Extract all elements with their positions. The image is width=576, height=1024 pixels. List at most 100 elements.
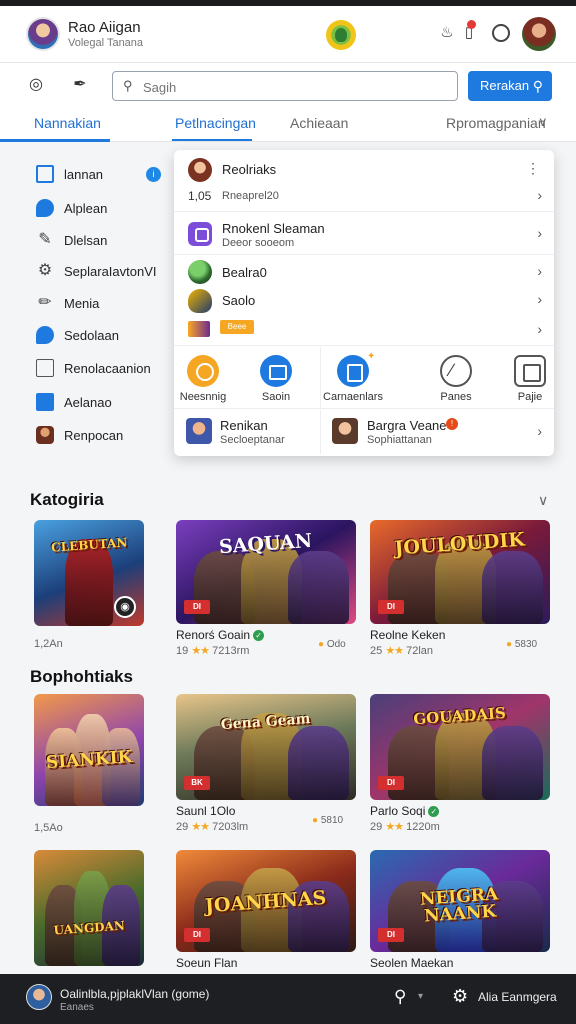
dropdown-panel: Reolriaks ⋮ 1,05 Rneaprel20 › Rnokenl Sl…	[174, 150, 554, 456]
sidebar-item-aelanao[interactable]: Aelanao	[26, 390, 166, 416]
tab-achieaan[interactable]: Achieaan	[290, 115, 348, 131]
game-title: Parlo Soqi ✓	[370, 804, 440, 818]
game-thumbnail[interactable]: JOANHNAS DI	[176, 850, 356, 952]
header-subtitle: Volegal Tanana	[68, 37, 144, 49]
panel-row-bealra[interactable]: Bealra0 ›	[174, 256, 554, 286]
tab-nannakian[interactable]: Nannakian	[34, 115, 101, 131]
user-avatar[interactable]	[26, 17, 60, 51]
gear-icon[interactable]: ⚙	[452, 986, 468, 1007]
game-title: Soeun Flan	[176, 956, 238, 970]
sidebar-item-menia[interactable]: ✏ Menia	[26, 291, 166, 317]
footer-item-renikan[interactable]: Renikan Secloeptanar	[174, 410, 320, 454]
panel-row-reolriaks[interactable]: Reolriaks ⋮ 1,05 Rneaprel20 ›	[174, 150, 554, 212]
rating-stars-icon: ★★	[385, 645, 404, 657]
panel-row-subtitle: Rneaprel20	[222, 190, 279, 202]
panel-row-title: Rnokenl Sleaman	[222, 221, 325, 236]
status-circle-icon[interactable]	[490, 22, 512, 44]
gamepad-icon: ◉	[114, 596, 136, 618]
panel-footer: Renikan Secloeptanar Bargra Veane Sophia…	[174, 410, 554, 454]
bird-icon	[188, 289, 212, 313]
game-meta: 25 ★★ 72lan	[370, 645, 434, 657]
sidebar-item-renpocan[interactable]: Renpocan	[26, 423, 166, 449]
more-options-icon[interactable]: ⋮	[526, 160, 540, 177]
search-button[interactable]: Rerakan ⚲	[468, 71, 552, 101]
game-thumbnail[interactable]: JOULOUDIK DI	[370, 520, 550, 624]
quick-action-panes[interactable]: Panes	[421, 355, 491, 403]
user-avatar[interactable]	[26, 984, 52, 1010]
search-icon[interactable]: ⚲	[394, 987, 406, 1007]
sidebar-item-label: Sedolaan	[64, 328, 119, 343]
tab-rpromagpanian[interactable]: Rpromagpanian	[446, 115, 546, 131]
game-tag: DI	[184, 600, 210, 614]
game-thumbnail[interactable]: CLEBUTAN ◉	[34, 520, 144, 626]
game-meta: 29 ★★ 1220m	[370, 821, 440, 833]
game-stat: ● Odo	[318, 639, 346, 650]
game-thumbnail[interactable]: SIANKIK	[34, 694, 144, 806]
app-purple-icon	[188, 222, 212, 246]
panel-row-title: Bealra0	[222, 265, 267, 280]
quick-action-label: Pajie	[517, 391, 543, 403]
game-meta: 1,5Ao	[34, 822, 63, 834]
quick-action-label: Neesnnig	[179, 391, 227, 403]
chevron-right-icon: ›	[537, 321, 542, 337]
footer-item-bargra[interactable]: Bargra Veane Sophiattanan ›	[321, 410, 554, 454]
sidebar-item-label: Aelanao	[64, 395, 112, 410]
quick-action-neesnnig[interactable]: Neesnnig	[168, 355, 238, 403]
game-tag: DI	[378, 600, 404, 614]
quick-action-pajie[interactable]: Pajie	[495, 355, 565, 403]
sidebar-item-dlelsan[interactable]: ✎ Dlelsan	[26, 228, 166, 254]
app-logo-icon[interactable]	[326, 20, 356, 50]
quick-action-carnaenlars[interactable]: ✦ Carnaenlars	[318, 351, 388, 403]
sidebar-item-seplara[interactable]: ⚙ SeplaraIavtonVI	[26, 259, 166, 285]
game-title: Seolen Maekan	[370, 956, 454, 970]
game-thumbnail[interactable]: GOUADAIS DI	[370, 694, 550, 800]
panel-group: Bealra0 › Saolo › Beee ›	[174, 256, 554, 346]
game-thumbnail[interactable]: SAQUAN DI	[176, 520, 356, 624]
message-icon	[36, 326, 54, 344]
verified-icon: ✓	[253, 630, 265, 641]
search-button-icon: ⚲	[532, 78, 543, 94]
active-tab-indicator	[0, 139, 110, 142]
search-button-label: Rerakan	[480, 78, 530, 93]
game-stat: ● 5830	[506, 639, 538, 650]
search-input[interactable]	[143, 77, 443, 97]
sidebar-item-lannan[interactable]: lannan i	[26, 162, 166, 188]
chat-bubble-icon	[36, 199, 54, 217]
panel-row-tag[interactable]: Beee ›	[174, 314, 554, 344]
tab-hover-indicator	[172, 139, 252, 141]
sidebar-item-alplean[interactable]: Alplean	[26, 196, 166, 222]
header-title: Rao Aiigan	[68, 19, 141, 36]
game-thumbnail[interactable]: Gena Geam BK	[176, 694, 356, 800]
panel-row-rnokenl[interactable]: Rnokenl Sleaman Deeor sooeom ›	[174, 213, 554, 255]
edit-icon: ✏	[38, 294, 52, 311]
search-field[interactable]: ⚲	[112, 71, 458, 101]
quick-action-label: Saoin	[261, 391, 291, 403]
bottom-bar-label[interactable]: Alia Eanmgera	[478, 990, 557, 1004]
info-badge: i	[146, 167, 161, 182]
gamepad-icon[interactable]: ◎	[26, 75, 46, 95]
chevron-down-icon[interactable]: ∨	[538, 114, 548, 130]
sidebar-item-renolacaanion[interactable]: Renolacaanion	[26, 356, 166, 382]
quick-action-saoin[interactable]: Saoin	[241, 355, 311, 403]
pen-icon[interactable]: ✒	[70, 75, 90, 95]
chevron-down-icon[interactable]: ∨	[538, 492, 548, 509]
screen-icon	[260, 355, 292, 387]
game-title: Reolne Keken	[370, 628, 446, 642]
game-thumbnail[interactable]: UANGDAN	[34, 850, 144, 966]
chevron-right-icon: ›	[537, 187, 542, 203]
sidebar-item-label: lannan	[64, 167, 104, 182]
game-thumbnail[interactable]: NEIGRA NAANK DI	[370, 850, 550, 952]
sidebar-item-sedolaan[interactable]: Sedolaan	[26, 323, 166, 349]
chevron-right-icon: ›	[537, 291, 542, 307]
chevron-down-icon[interactable]: ▾	[418, 991, 423, 1002]
panel-tag-badge: Beee	[220, 320, 254, 334]
profile-avatar[interactable]	[522, 17, 556, 51]
tab-petlnacingan[interactable]: Petlnacingan	[175, 115, 256, 131]
notification-icon[interactable]: ♨	[436, 22, 458, 44]
document-icon	[36, 359, 54, 377]
chevron-right-icon: ›	[537, 225, 542, 241]
footer-item-subtitle: Sophiattanan	[367, 434, 432, 446]
star-icon: ✦	[367, 351, 376, 362]
window-icon	[514, 355, 546, 387]
panel-row-saolo[interactable]: Saolo ›	[174, 286, 554, 314]
